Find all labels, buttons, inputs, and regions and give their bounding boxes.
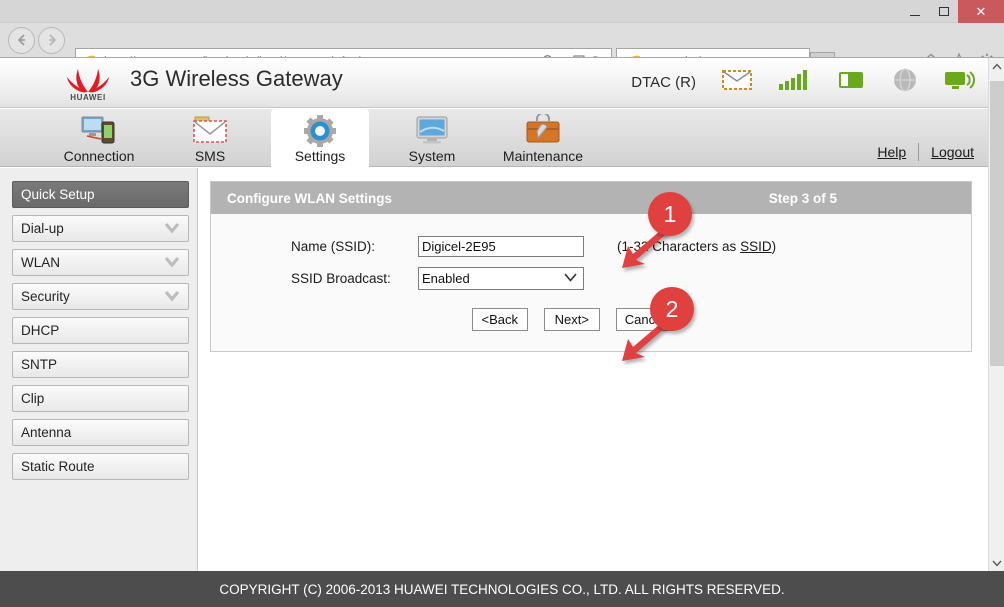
- ssid-broadcast-value: Enabled: [422, 271, 470, 286]
- tab-maintenance-label: Maintenance: [502, 148, 584, 164]
- tab-connection-label: Connection: [63, 148, 135, 164]
- window-titlebar: ✕: [0, 0, 1004, 23]
- page-viewport: HUAWEI 3G Wireless Gateway DTAC (R) Conn…: [0, 57, 1004, 607]
- scroll-up-icon[interactable]: [989, 58, 1004, 75]
- sidebar-item-label: Quick Setup: [21, 187, 95, 202]
- settings-gear-icon: [302, 114, 338, 148]
- forward-button[interactable]: [38, 27, 65, 54]
- page-title: 3G Wireless Gateway: [130, 66, 343, 91]
- chevron-down-icon: [164, 221, 180, 238]
- ssid-input[interactable]: [418, 236, 584, 257]
- panel-header: Configure WLAN Settings Step 3 of 5: [211, 182, 971, 214]
- scrollbar-thumb[interactable]: [990, 81, 1004, 366]
- wizard-step-indicator: Step 3 of 5: [768, 190, 837, 206]
- chevron-down-icon: [564, 271, 577, 285]
- copyright-text: COPYRIGHT (C) 2006-2013 HUAWEI TECHNOLOG…: [219, 581, 785, 597]
- sms-envelope-icon[interactable]: [722, 69, 752, 96]
- tab-sms[interactable]: SMS: [161, 109, 259, 167]
- ssid-hint-link[interactable]: SSID: [740, 239, 772, 254]
- internet-globe-icon: [892, 67, 918, 98]
- sidebar-item-quick-setup[interactable]: Quick Setup: [12, 181, 189, 208]
- huawei-wordmark: HUAWEI: [70, 93, 106, 102]
- tab-sms-label: SMS: [194, 148, 226, 164]
- back-button[interactable]: [8, 27, 35, 54]
- link-divider: [918, 143, 920, 161]
- operator-name: DTAC (R): [631, 74, 696, 91]
- sidebar-item-label: Clip: [21, 391, 45, 406]
- sidebar-item-label: Security: [21, 289, 70, 304]
- minimize-button[interactable]: [900, 0, 929, 23]
- maintenance-toolbox-icon: [525, 112, 561, 148]
- system-monitor-icon: [414, 114, 450, 148]
- settings-sidebar: Quick Setup Dial-up WLAN Security DHCP S…: [0, 168, 198, 576]
- connection-icon: [81, 114, 117, 148]
- sidebar-item-dhcp[interactable]: DHCP: [12, 317, 189, 344]
- sidebar-item-label: Dial-up: [21, 221, 64, 236]
- battery-icon: [838, 69, 866, 96]
- ssid-field-row: Name (SSID): (1-32 Characters as SSID): [211, 236, 971, 257]
- device-status-icons: DTAC (R): [631, 67, 976, 98]
- tab-settings-label: Settings: [294, 148, 346, 164]
- browser-navbar: e http://192.168.1.1/htmlcode/html/conte…: [0, 23, 1004, 75]
- help-link[interactable]: Help: [877, 144, 906, 160]
- sidebar-item-antenna[interactable]: Antenna: [12, 419, 189, 446]
- signal-bars-icon: [778, 69, 812, 96]
- logout-link[interactable]: Logout: [931, 144, 974, 160]
- wlan-settings-panel: Configure WLAN Settings Step 3 of 5 Name…: [210, 181, 972, 352]
- annotation-badge-1: 1: [648, 192, 692, 236]
- annotation-badge-2: 2: [650, 287, 694, 331]
- sms-icon: [192, 114, 228, 148]
- maximize-button[interactable]: [929, 0, 958, 23]
- sidebar-item-label: WLAN: [21, 255, 61, 270]
- window-controls: ✕: [900, 0, 1004, 23]
- sidebar-item-label: DHCP: [21, 323, 60, 338]
- browser-window: ✕ e http://192.168.1.1/htmlcode/html/con…: [0, 0, 1004, 607]
- ssid-broadcast-label: SSID Broadcast:: [291, 271, 391, 286]
- page-body: Quick Setup Dial-up WLAN Security DHCP S…: [0, 168, 988, 576]
- sidebar-item-dial-up[interactable]: Dial-up: [12, 215, 189, 242]
- wizard-buttons: <Back Next> Cancel: [175, 308, 971, 331]
- back-button[interactable]: <Back: [471, 308, 528, 331]
- scroll-down-icon[interactable]: [989, 555, 1004, 572]
- chevron-down-icon: [164, 289, 180, 306]
- ssid-label: Name (SSID):: [291, 239, 376, 254]
- main-navigation: Connection SMS Settings System Maintenan…: [0, 109, 988, 167]
- page-scrollbar[interactable]: [988, 58, 1004, 572]
- ssid-hint-suffix: ): [771, 239, 777, 254]
- tab-system[interactable]: System: [383, 109, 481, 167]
- close-button[interactable]: ✕: [958, 0, 1004, 23]
- tab-connection[interactable]: Connection: [50, 109, 148, 167]
- device-header: HUAWEI 3G Wireless Gateway DTAC (R): [0, 58, 988, 108]
- huawei-logo-icon: HUAWEI: [58, 64, 118, 104]
- tab-maintenance[interactable]: Maintenance: [494, 109, 592, 167]
- sidebar-item-label: Antenna: [21, 425, 72, 440]
- back-arrow-icon: [17, 34, 25, 46]
- page-footer: COPYRIGHT (C) 2006-2013 HUAWEI TECHNOLOG…: [0, 571, 1004, 607]
- sidebar-item-sntp[interactable]: SNTP: [12, 351, 189, 378]
- sidebar-item-security[interactable]: Security: [12, 283, 189, 310]
- sidebar-item-clip[interactable]: Clip: [12, 385, 189, 412]
- sidebar-item-wlan[interactable]: WLAN: [12, 249, 189, 276]
- forward-arrow-icon: [48, 34, 56, 46]
- sidebar-item-static-route[interactable]: Static Route: [12, 453, 189, 480]
- panel-body: Name (SSID): (1-32 Characters as SSID) S…: [211, 214, 971, 351]
- sidebar-item-label: SNTP: [21, 357, 58, 372]
- wifi-icon: [944, 68, 976, 97]
- sidebar-item-label: Static Route: [21, 459, 95, 474]
- chevron-down-icon: [164, 255, 180, 272]
- ssid-broadcast-row: SSID Broadcast: Enabled: [211, 267, 971, 290]
- tab-settings[interactable]: Settings: [271, 109, 369, 167]
- ssid-broadcast-select[interactable]: Enabled: [418, 267, 584, 290]
- tab-system-label: System: [408, 148, 456, 164]
- help-logout-links: Help Logout: [877, 143, 974, 161]
